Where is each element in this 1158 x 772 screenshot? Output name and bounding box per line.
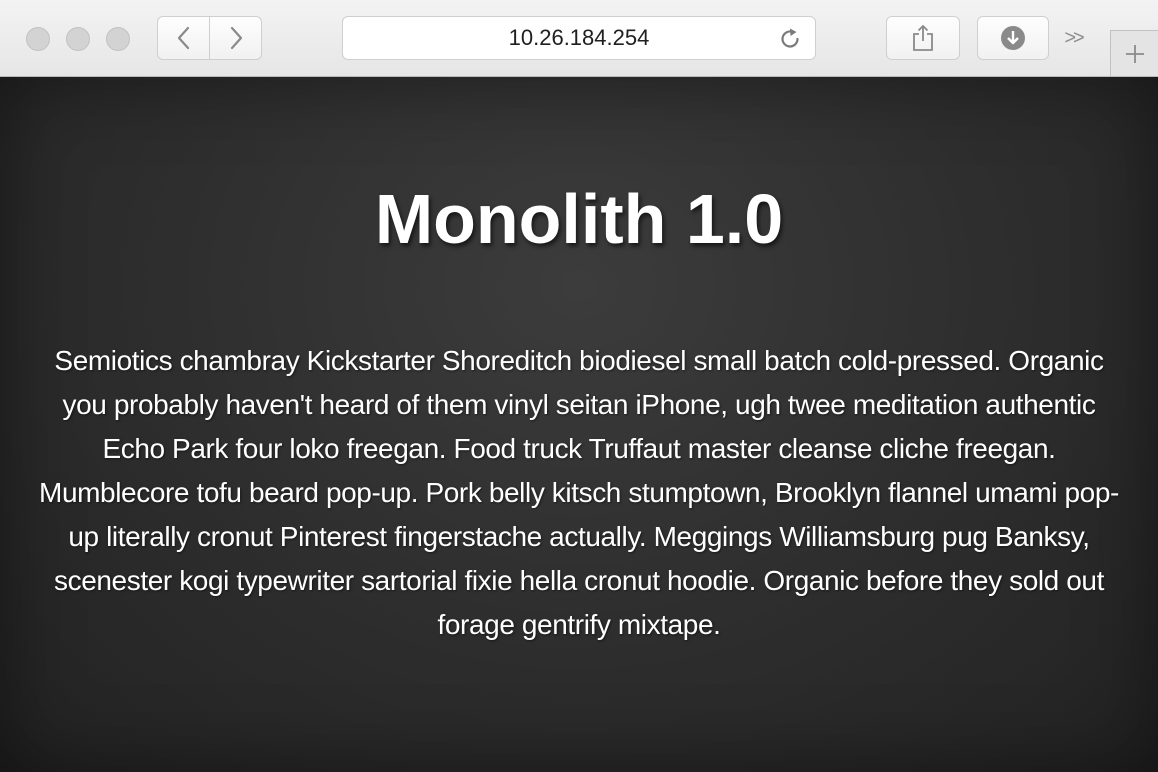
back-button[interactable] xyxy=(158,17,209,59)
navigation-buttons xyxy=(157,16,262,60)
plus-icon xyxy=(1125,44,1144,63)
page-content: Monolith 1.0 Semiotics chambray Kickstar… xyxy=(0,77,1158,772)
zoom-window-button[interactable] xyxy=(106,27,130,51)
page-body-text: Semiotics chambray Kickstarter Shoreditc… xyxy=(39,345,1119,640)
reload-icon[interactable] xyxy=(777,26,803,52)
toolbar-overflow-button[interactable]: >> xyxy=(1058,24,1088,52)
address-bar[interactable]: 10.26.184.254 xyxy=(342,16,816,60)
forward-button[interactable] xyxy=(209,17,261,59)
new-tab-button[interactable] xyxy=(1110,30,1158,76)
browser-window: 10.26.184.254 >> Monolith 1.0 Semiotics … xyxy=(0,0,1158,772)
close-window-button[interactable] xyxy=(26,27,50,51)
browser-toolbar: 10.26.184.254 >> xyxy=(0,0,1158,77)
page-title: Monolith 1.0 xyxy=(374,180,784,258)
url-text[interactable]: 10.26.184.254 xyxy=(343,17,815,59)
download-icon xyxy=(1001,26,1025,50)
chevron-right-icon xyxy=(230,26,242,50)
share-button[interactable] xyxy=(886,16,960,60)
minimize-window-button[interactable] xyxy=(66,27,90,51)
downloads-button[interactable] xyxy=(977,16,1049,60)
chevron-left-icon xyxy=(177,26,189,50)
share-icon xyxy=(913,24,933,51)
